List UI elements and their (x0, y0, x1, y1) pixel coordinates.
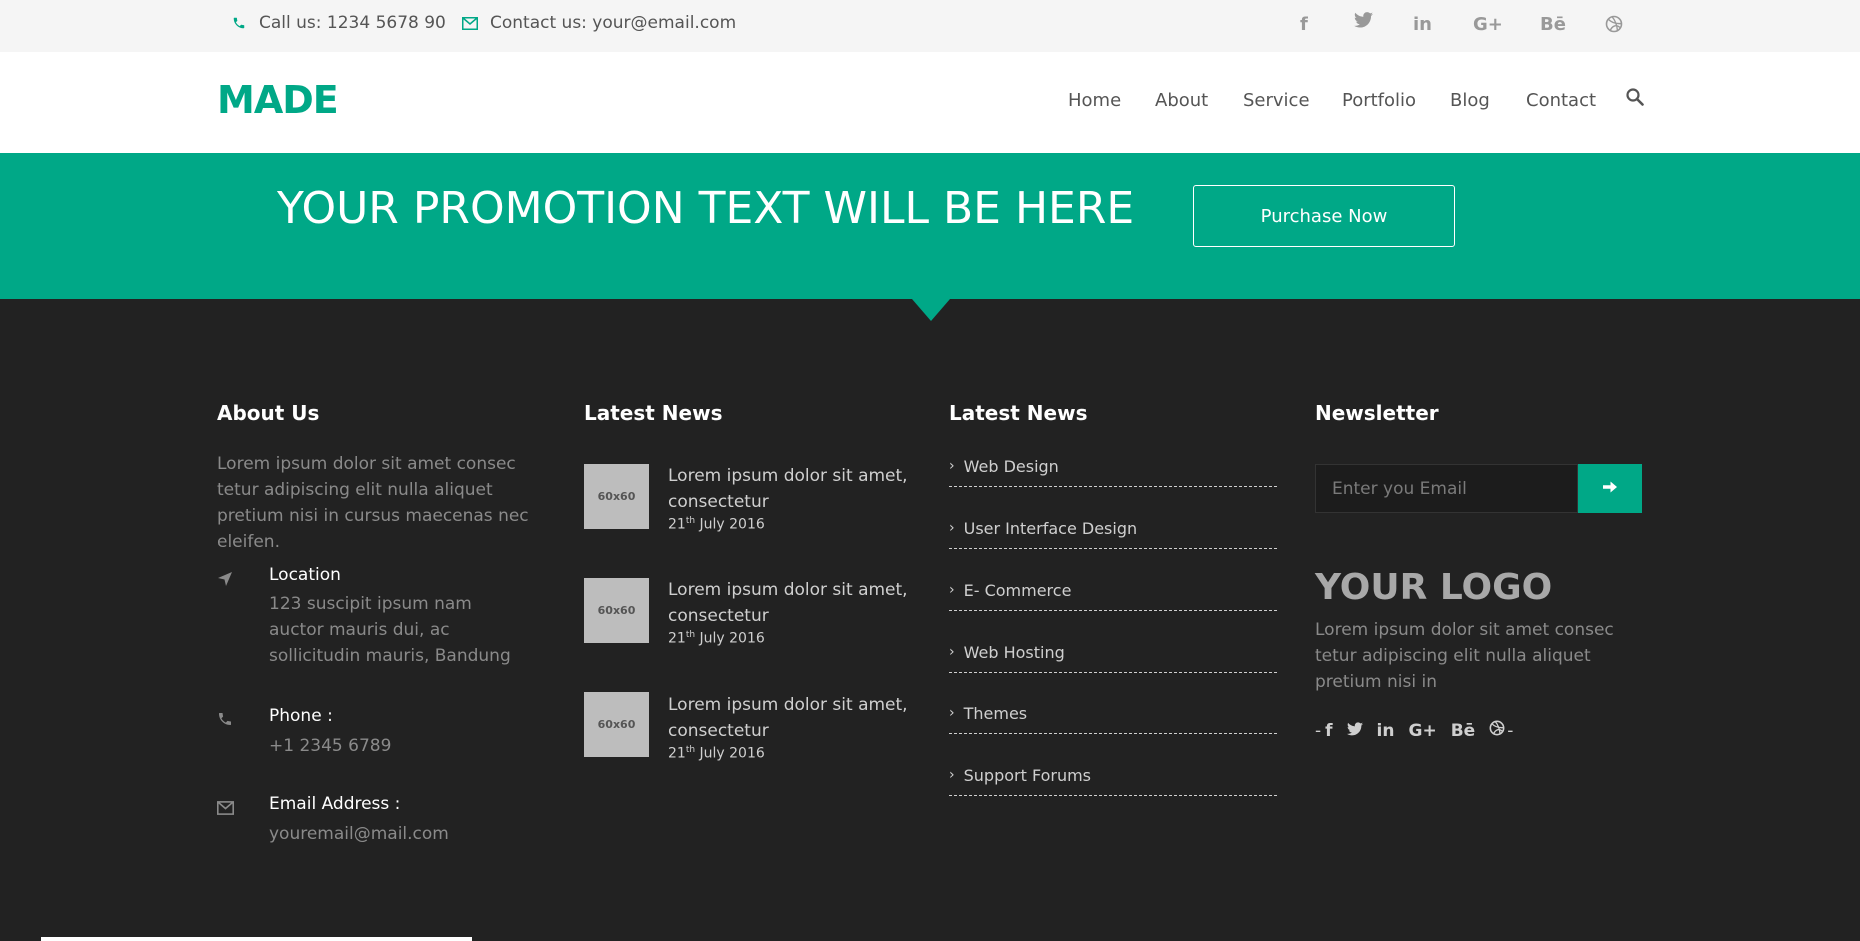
newsletter-submit-button[interactable] (1578, 464, 1642, 513)
nav-contact[interactable]: Contact (1526, 90, 1596, 111)
purchase-now-button[interactable]: Purchase Now (1193, 185, 1455, 247)
nav-blog[interactable]: Blog (1450, 90, 1490, 111)
bottom-strip (41, 937, 472, 941)
location-value: 123 suscipit ipsum nam auctor mauris dui… (269, 594, 511, 666)
news-title[interactable]: Lorem ipsum dolor sit amet, consectetur (668, 577, 918, 629)
news-date: 21th July 2016 (668, 630, 765, 647)
news-thumbnail[interactable]: 60x60 (584, 464, 649, 529)
dribbble-icon[interactable] (1489, 720, 1505, 741)
phone-icon (217, 711, 235, 729)
footer-link-web-hosting[interactable]: › Web Hosting (949, 643, 1277, 673)
nav-portfolio[interactable]: Portfolio (1342, 90, 1416, 111)
promo-arrow (912, 299, 950, 321)
facebook-icon[interactable]: f (1325, 721, 1332, 741)
chevron-right-icon: › (949, 644, 955, 660)
nav-home[interactable]: Home (1068, 90, 1121, 111)
footer-link-ui-design[interactable]: › User Interface Design (949, 519, 1277, 549)
news-date: 21th July 2016 (668, 516, 765, 533)
chevron-right-icon: › (949, 520, 955, 536)
phone-value: +1 2345 6789 (269, 736, 392, 756)
promo-banner: YOUR PROMOTION TEXT WILL BE HERE Purchas… (0, 153, 1860, 299)
chevron-right-icon: › (949, 458, 955, 474)
behance-icon[interactable]: Bē (1451, 721, 1476, 741)
nav-about[interactable]: About (1155, 90, 1208, 111)
brand-logo[interactable]: MADE (217, 78, 339, 122)
email-label: Email Address : (269, 794, 401, 814)
top-phone-text: Call us: 1234 5678 90 (259, 13, 446, 33)
footer-link-ecommerce[interactable]: › E- Commerce (949, 581, 1277, 611)
news-title[interactable]: Lorem ipsum dolor sit amet, consectetur (668, 692, 918, 744)
envelope-icon (217, 800, 235, 818)
news-title[interactable]: Lorem ipsum dolor sit amet, consectetur (668, 463, 918, 515)
footer-link-support-forums[interactable]: › Support Forums (949, 766, 1277, 796)
main-navbar: MADE Home About Service Portfolio Blog C… (0, 52, 1860, 153)
about-title: About Us (217, 401, 320, 425)
nav-service[interactable]: Service (1243, 90, 1310, 111)
newsletter-email-input[interactable] (1315, 464, 1578, 513)
top-email-text[interactable]: Contact us: your@email.com (490, 13, 736, 33)
dash-left: - (1315, 720, 1322, 741)
linkedin-icon[interactable]: in (1377, 721, 1395, 741)
chevron-right-icon: › (949, 705, 955, 721)
news-date: 21th July 2016 (668, 745, 765, 762)
latest-news-title: Latest News (584, 401, 723, 425)
arrow-right-icon (1602, 479, 1618, 498)
location-label: Location (269, 565, 341, 585)
email-value[interactable]: youremail@mail.com (269, 821, 529, 847)
promo-text: YOUR PROMOTION TEXT WILL BE HERE (277, 183, 1135, 234)
chevron-right-icon: › (949, 582, 955, 598)
chevron-right-icon: › (949, 767, 955, 783)
facebook-icon[interactable]: f (1300, 14, 1308, 35)
google-plus-icon[interactable]: G+ (1408, 721, 1436, 741)
about-text: Lorem ipsum dolor sit amet consec tetur … (217, 454, 529, 552)
footer-link-web-design[interactable]: › Web Design (949, 457, 1277, 487)
links-title: Latest News (949, 401, 1088, 425)
twitter-icon[interactable] (1354, 12, 1373, 33)
linkedin-icon[interactable]: in (1413, 14, 1432, 35)
envelope-icon (460, 16, 480, 30)
news-thumbnail[interactable]: 60x60 (584, 578, 649, 643)
dribbble-icon[interactable] (1605, 15, 1623, 38)
dash-right: - (1507, 720, 1514, 741)
newsletter-title: Newsletter (1315, 401, 1439, 425)
location-arrow-icon (217, 571, 235, 589)
footer-logo-text: Lorem ipsum dolor sit amet consec tetur … (1315, 620, 1614, 692)
footer-social-links: - f in G+ Bē - (1315, 720, 1513, 741)
behance-icon[interactable]: Bē (1540, 14, 1566, 35)
news-thumbnail[interactable]: 60x60 (584, 692, 649, 757)
phone-label: Phone : (269, 706, 333, 726)
phone-icon (229, 16, 249, 30)
top-phone: Call us: 1234 5678 90 (229, 13, 446, 33)
search-icon[interactable] (1626, 88, 1644, 106)
footer-link-themes[interactable]: › Themes (949, 704, 1277, 734)
top-email[interactable]: Contact us: your@email.com (460, 13, 736, 33)
top-bar: Call us: 1234 5678 90 Contact us: your@e… (0, 0, 1860, 52)
google-plus-icon[interactable]: G+ (1473, 14, 1503, 35)
twitter-icon[interactable] (1346, 721, 1363, 741)
footer-logo: YOUR LOGO (1315, 567, 1553, 608)
